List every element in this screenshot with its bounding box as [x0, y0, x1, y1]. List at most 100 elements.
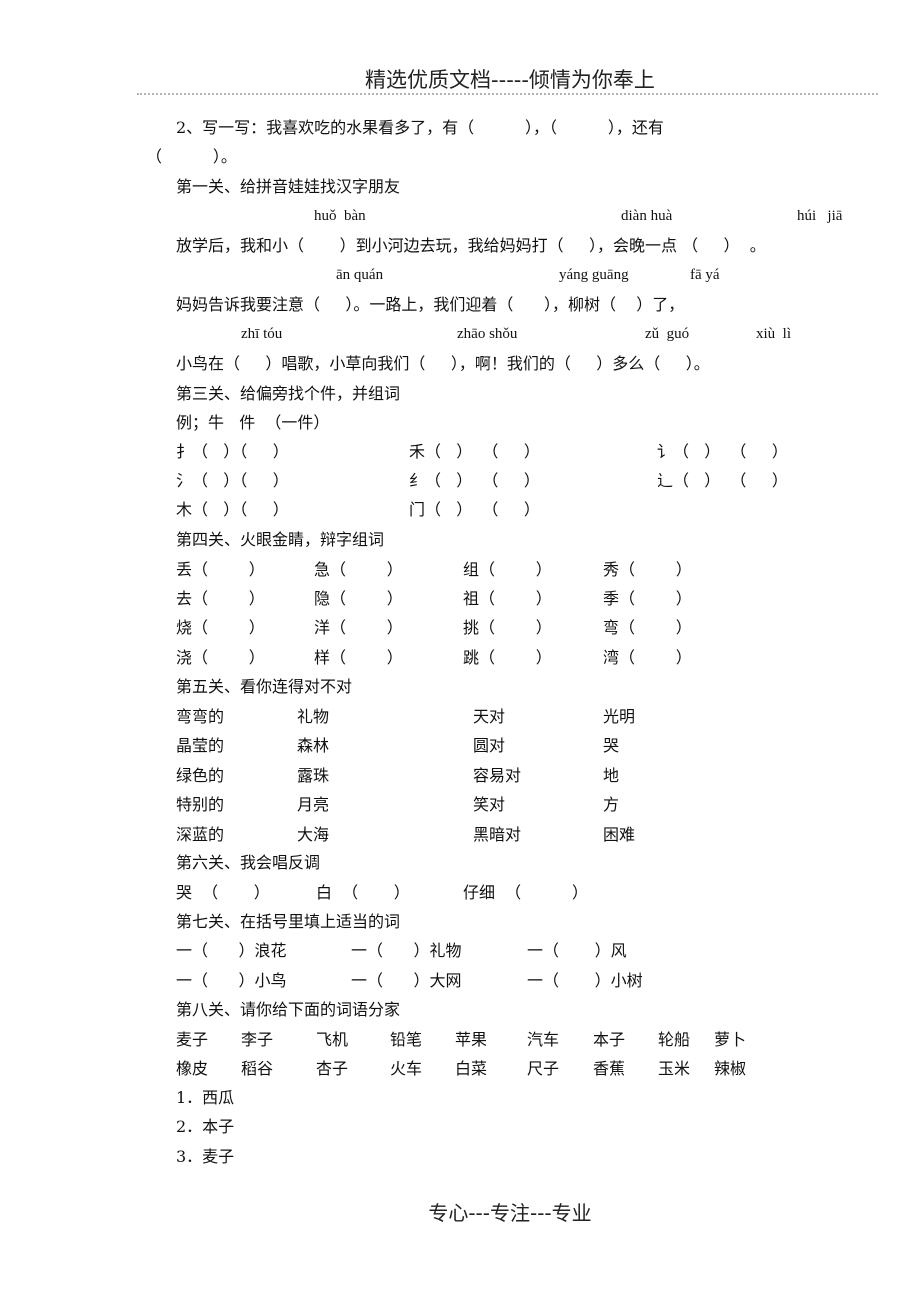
- radical-item: 氵（ ）（ ）: [176, 471, 289, 490]
- section-5-title: 第五关、看你连得对不对: [176, 677, 353, 696]
- pinyin: ān quán: [336, 267, 384, 283]
- match-cell: 大海: [297, 824, 330, 844]
- radical-item: 门（ ） （ ）: [409, 500, 540, 519]
- pinyin: huǒ bàn: [314, 208, 366, 224]
- word-item: 麦子: [176, 1030, 209, 1049]
- char-item: 挑（ ）: [463, 618, 552, 637]
- section-7-title: 第七关、在括号里填上适当的词: [176, 912, 401, 931]
- word-item: 汽车: [527, 1030, 560, 1049]
- char-item: 弯（ ）: [603, 618, 692, 637]
- section2-line1: 2、写一写：我喜欢吃的水果看多了，有（ ），（ ），还有: [176, 118, 664, 137]
- match-cell: 月亮: [297, 795, 330, 815]
- char-item: 祖（ ）: [463, 589, 552, 608]
- char-item: 浇（ ）: [176, 648, 265, 667]
- word-item: 稻谷: [241, 1059, 274, 1078]
- word-item: 李子: [241, 1030, 274, 1049]
- word-item: 香蕉: [593, 1059, 626, 1078]
- word-item: 玉米: [658, 1059, 691, 1078]
- fill-item: 一（ ）大网: [351, 971, 462, 990]
- match-cell: 深蓝的: [176, 824, 225, 844]
- section2-line2: （ ）。: [146, 147, 237, 166]
- pinyin: diàn huà: [621, 208, 673, 224]
- match-cell: 地: [603, 765, 620, 785]
- word-item: 白菜: [455, 1059, 488, 1078]
- sentence-2: 妈妈告诉我要注意（ ）。一路上，我们迎着（ ），柳树（ ）了，: [176, 295, 685, 314]
- page-header-title: 精选优质文档-----倾情为你奉上: [365, 68, 655, 92]
- char-item: 烧（ ）: [176, 618, 265, 637]
- radical-item: 扌（ ）（ ）: [176, 442, 289, 461]
- word-item: 辣椒: [714, 1059, 747, 1078]
- char-item: 组（ ）: [463, 560, 552, 579]
- header-divider: [137, 93, 878, 95]
- match-cell: 晶莹的: [176, 736, 225, 756]
- pinyin: xiù lì: [756, 326, 792, 342]
- match-cell: 光明: [603, 707, 636, 726]
- section-4-title: 第四关、火眼金睛，辩字组词: [176, 530, 385, 549]
- fill-item: 一（ ）小树: [527, 971, 643, 990]
- char-item: 跳（ ）: [463, 648, 552, 667]
- match-cell: 圆对: [473, 736, 506, 756]
- category-item: 3．麦子: [176, 1147, 235, 1166]
- pinyin: yáng guāng: [559, 267, 629, 283]
- antonym-item: 哭 （ ）: [176, 883, 270, 902]
- match-cell: 弯弯的: [176, 707, 225, 726]
- match-cell: 容易对: [473, 765, 522, 785]
- char-item: 丢（ ）: [176, 560, 265, 579]
- pinyin: zhāo shǒu: [457, 326, 518, 342]
- char-item: 季（ ）: [603, 589, 692, 608]
- match-cell: 哭: [603, 736, 620, 756]
- category-item: 2．本子: [176, 1117, 235, 1136]
- section-1-title: 第一关、给拼音娃娃找汉字朋友: [176, 177, 401, 196]
- match-cell: 绿色的: [176, 765, 225, 785]
- section-6-title: 第六关、我会唱反调: [176, 853, 321, 872]
- match-cell: 礼物: [297, 707, 330, 726]
- match-cell: 黑暗对: [473, 824, 522, 844]
- page-footer: 专心---专注---专业: [428, 1201, 592, 1225]
- pinyin: zǔ guó: [645, 326, 690, 342]
- section-8-title: 第八关、请你给下面的词语分家: [176, 1000, 401, 1019]
- word-item: 橡皮: [176, 1059, 209, 1078]
- sentence-1: 放学后，我和小（ ）到小河边去玩，我给妈妈打（ ），会晚一点 （ ） 。: [176, 236, 766, 255]
- char-item: 洋（ ）: [314, 618, 403, 637]
- char-item: 湾（ ）: [603, 648, 692, 667]
- antonym-item: 仔细 （ ）: [463, 883, 589, 902]
- section-3-title: 第三关、给偏旁找个件，并组词: [176, 384, 401, 403]
- section-3-example: 例；牛 件 （一件）: [176, 413, 330, 432]
- match-cell: 方: [603, 795, 620, 815]
- radical-item: 木（ ）（ ）: [176, 500, 289, 519]
- match-cell: 特别的: [176, 795, 225, 815]
- fill-item: 一（ ）礼物: [351, 941, 462, 960]
- pinyin: fā yá: [690, 267, 720, 283]
- fill-item: 一（ ）风: [527, 941, 627, 960]
- radical-item: 禾（ ） （ ）: [409, 442, 540, 461]
- pinyin: zhī tóu: [241, 326, 283, 342]
- match-cell: 森林: [297, 736, 330, 756]
- char-item: 样（ ）: [314, 648, 403, 667]
- char-item: 去（ ）: [176, 589, 265, 608]
- match-cell: 露珠: [297, 765, 330, 785]
- char-item: 秀（ ）: [603, 560, 692, 579]
- word-item: 萝卜: [714, 1030, 747, 1049]
- word-item: 本子: [593, 1030, 626, 1049]
- sentence-3: 小鸟在（ ）唱歌，小草向我们（ ），啊！我们的（ ）多么（ ）。: [176, 354, 710, 373]
- word-item: 苹果: [455, 1030, 488, 1049]
- char-item: 急（ ）: [314, 560, 403, 579]
- pinyin: húi jiā: [797, 208, 843, 224]
- category-item: 1．西瓜: [176, 1088, 235, 1107]
- word-item: 轮船: [658, 1030, 691, 1049]
- radical-item: 纟（ ） （ ）: [409, 471, 540, 490]
- word-item: 尺子: [527, 1059, 560, 1078]
- word-item: 火车: [390, 1059, 423, 1078]
- antonym-item: 白 （ ）: [316, 883, 410, 902]
- radical-item: 辶（ ） （ ）: [657, 471, 788, 490]
- char-item: 隐（ ）: [314, 589, 403, 608]
- match-cell: 天对: [473, 707, 506, 726]
- word-item: 杏子: [316, 1059, 349, 1078]
- word-item: 飞机: [316, 1030, 349, 1049]
- fill-item: 一（ ）浪花: [176, 941, 287, 960]
- word-item: 铅笔: [390, 1030, 423, 1049]
- match-cell: 困难: [603, 824, 636, 844]
- radical-item: 讠（ ） （ ）: [657, 442, 788, 461]
- fill-item: 一（ ）小鸟: [176, 971, 287, 990]
- match-cell: 笑对: [473, 795, 506, 815]
